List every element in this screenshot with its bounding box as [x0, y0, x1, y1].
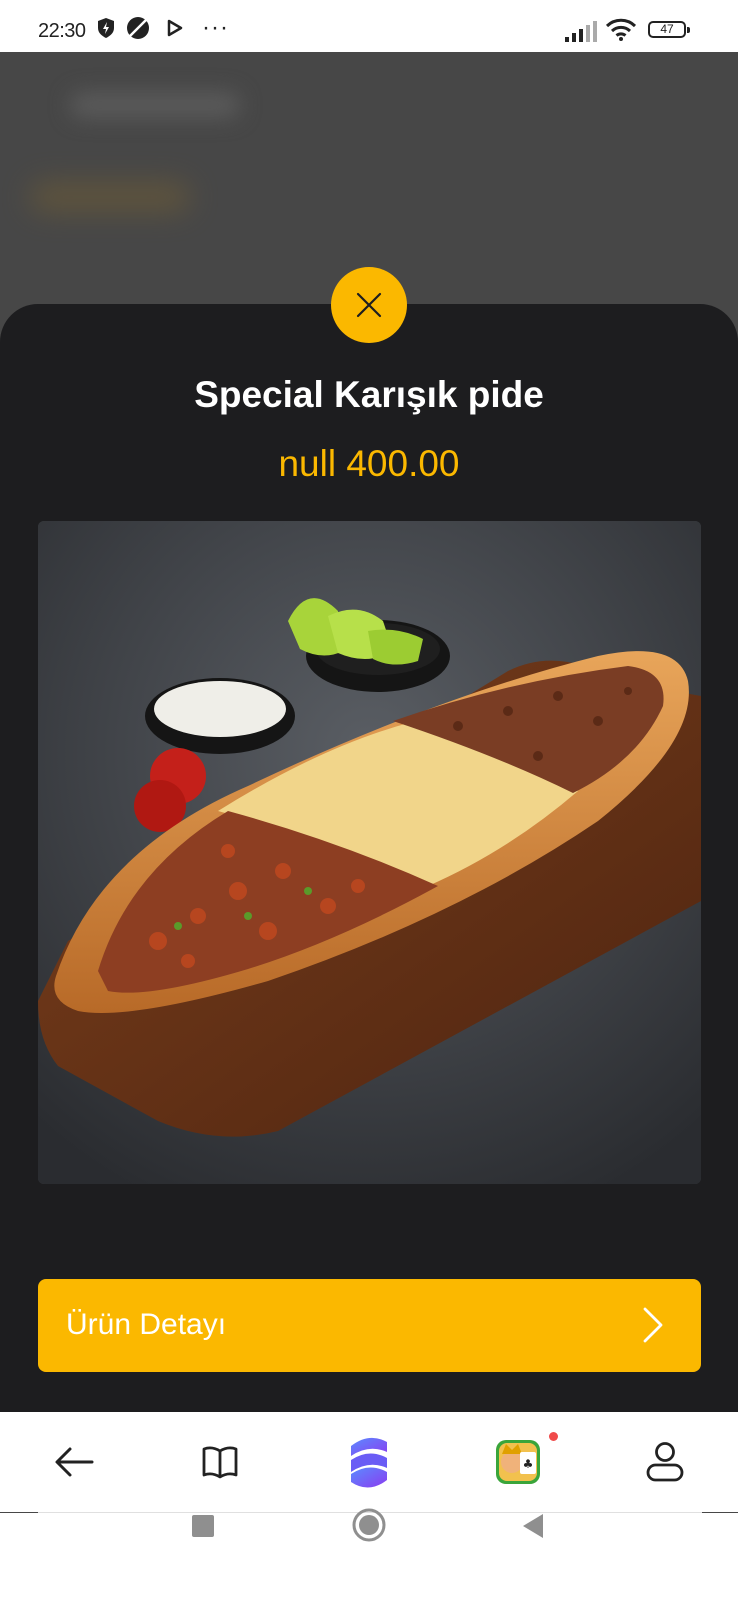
status-time: 22:30 — [38, 20, 86, 42]
back-arrow-icon[interactable] — [44, 1432, 104, 1492]
back-triangle-icon[interactable] — [521, 1512, 545, 1545]
blurred-category-chip — [30, 182, 190, 212]
product-image — [38, 521, 701, 1184]
shield-bolt-icon — [95, 16, 117, 45]
close-icon — [354, 290, 384, 320]
chevron-right-icon — [641, 1305, 665, 1348]
recents-square-icon[interactable] — [191, 1514, 215, 1543]
no-sign-icon — [126, 16, 150, 45]
status-bar: 22:30 ··· 47 — [0, 0, 738, 52]
home-circle-icon[interactable] — [351, 1507, 387, 1548]
browser-logo-icon[interactable] — [339, 1432, 399, 1492]
system-navigation-bar — [0, 1508, 738, 1600]
wifi-icon — [605, 18, 637, 47]
browser-bottom-nav: ♣ — [0, 1412, 738, 1512]
svg-text:♣: ♣ — [523, 1457, 534, 1471]
blurred-header-text — [70, 92, 240, 118]
book-icon[interactable] — [190, 1432, 250, 1492]
play-icon — [167, 19, 183, 42]
signal-icon — [565, 20, 599, 47]
battery-indicator: 47 — [648, 21, 690, 38]
product-price: null 400.00 — [278, 443, 460, 484]
close-button[interactable] — [331, 267, 407, 343]
game-app-icon[interactable]: ♣ — [488, 1432, 548, 1492]
product-title: Special Karışık pide — [194, 374, 544, 415]
product-detail-button[interactable]: Ürün Detayı — [38, 1279, 701, 1372]
profile-icon[interactable] — [635, 1432, 695, 1492]
status-more-dots: ··· — [202, 14, 229, 41]
product-detail-label: Ürün Detayı — [66, 1308, 227, 1341]
pide-photo — [38, 521, 701, 1184]
notification-badge — [549, 1432, 558, 1441]
